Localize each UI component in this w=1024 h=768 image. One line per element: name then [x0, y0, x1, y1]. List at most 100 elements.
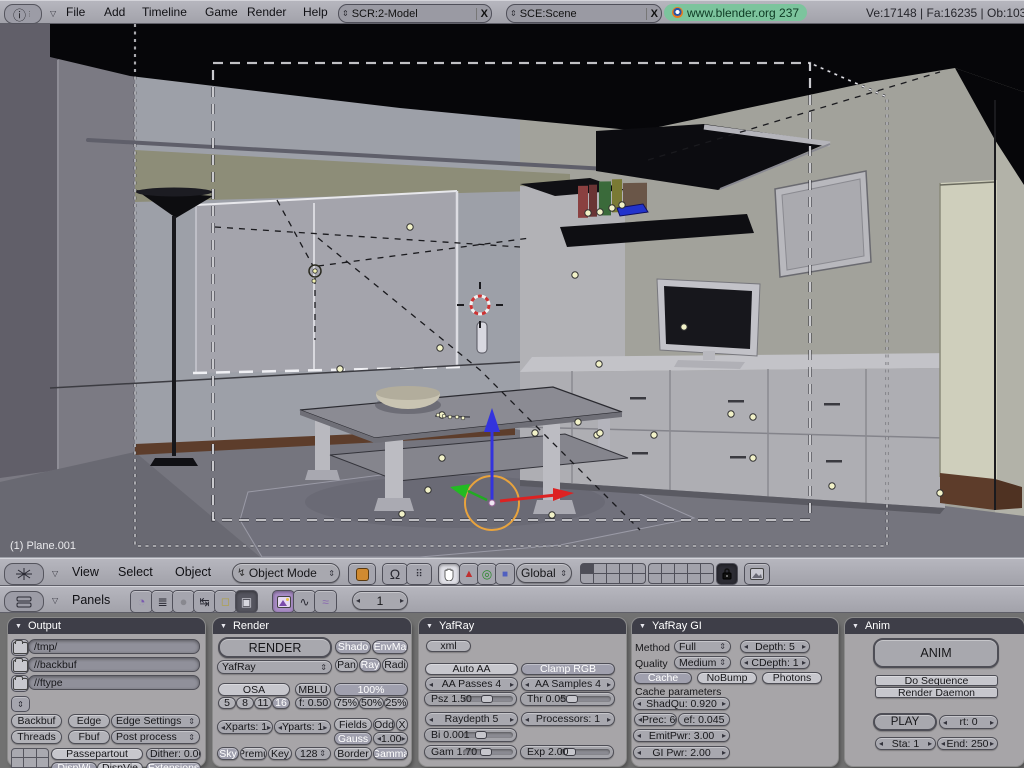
layer-toggle[interactable]	[701, 574, 713, 583]
sta-field[interactable]: ◂ Sta: 1 ▸	[875, 737, 936, 750]
gamma-toggle[interactable]: Gamma	[373, 747, 408, 760]
thr-slider[interactable]: Thr 0.05	[520, 692, 615, 706]
window[interactable]	[192, 190, 463, 375]
select-menu[interactable]: Select	[118, 559, 153, 585]
gipwr-field[interactable]: ◂ GI Pwr: 2.00 ▸	[633, 746, 730, 759]
pano-toggle[interactable]: Pan	[335, 658, 358, 672]
threads-toggle[interactable]: Threads	[11, 730, 62, 744]
snap-icon-button[interactable]: ⠿	[406, 563, 432, 585]
script-context-button[interactable]: ≣	[151, 590, 174, 613]
exposure-slider[interactable]: Exp 2.00	[520, 745, 614, 759]
post-process-menu[interactable]: Post process ⇕	[111, 730, 200, 744]
anim-button[interactable]: ANIM	[873, 638, 999, 668]
do-sequence-toggle[interactable]: Do Sequence	[875, 675, 998, 686]
window-handle[interactable]	[476, 321, 488, 354]
layer-toggle[interactable]	[607, 564, 619, 573]
layer-toggle[interactable]	[688, 574, 700, 583]
buttons-menu-collapse-icon[interactable]: ▽	[52, 596, 58, 605]
gi-cdepth-field[interactable]: ◂ CDepth: 1 ▸	[740, 656, 810, 669]
scene-context-button[interactable]: ▣	[235, 590, 258, 613]
octree-dropdown[interactable]: 128 ⇕	[295, 747, 331, 760]
layer-toggle[interactable]	[649, 564, 661, 573]
gauss-toggle[interactable]: Gauss	[334, 732, 372, 745]
menu-add[interactable]: Add	[104, 1, 125, 23]
layer-toggle[interactable]	[688, 564, 700, 573]
menu-file[interactable]: File	[66, 1, 85, 23]
odd-toggle[interactable]: Odd	[373, 718, 395, 731]
backbuf-folder-button[interactable]	[11, 657, 29, 674]
emitpwr-field[interactable]: ◂ EmitPwr: 3.00 ▸	[633, 729, 730, 742]
manipulator-translate-toggle[interactable]: ▲	[459, 563, 479, 585]
layer-toggle[interactable]	[633, 574, 645, 583]
viewport-3d[interactable]: (1) Plane.001	[0, 24, 1024, 558]
gi-quality-dropdown[interactable]: Medium ⇕	[674, 656, 731, 669]
layer-grid-1[interactable]	[580, 563, 646, 584]
xparts-field[interactable]: ◂ Xparts: 1 ▸	[217, 720, 273, 734]
layer-toggle[interactable]	[649, 574, 661, 583]
shadqu-field[interactable]: ◂ ShadQu: 0.920 ▸	[633, 697, 730, 710]
window-type-button[interactable]: ⓘ ⋮	[4, 4, 42, 24]
render-preview-button[interactable]	[744, 563, 770, 585]
output-path-field[interactable]: /tmp/	[28, 639, 200, 654]
end-field[interactable]: ◂ End: 250 ▸	[937, 737, 998, 750]
screen-delete-button[interactable]: X	[475, 7, 488, 20]
output-mini-menu-button[interactable]: ⇕	[11, 696, 30, 712]
backbuf-toggle[interactable]: Backbuf	[11, 714, 62, 728]
menu-timeline[interactable]: Timeline	[142, 1, 187, 23]
frame-number-field[interactable]: ◂ 1 ▸	[352, 591, 408, 610]
processors-field[interactable]: ◂ Processors: 1 ▸	[521, 712, 615, 726]
layer-toggle[interactable]	[675, 564, 687, 573]
editor-type-button[interactable]	[4, 563, 44, 585]
panel-collapse-icon[interactable]: ▼	[639, 623, 646, 630]
render-button[interactable]: RENDER	[218, 637, 332, 658]
radio-toggle[interactable]: Radi	[382, 658, 408, 672]
edge-toggle[interactable]: Edge	[68, 714, 110, 728]
clamp-rgb-toggle[interactable]: Clamp RGB	[521, 663, 615, 675]
sequencer-subcontext-button[interactable]: ∿	[293, 590, 316, 613]
layer-toggle[interactable]	[662, 564, 674, 573]
gauss-value-field[interactable]: ◂ 1.00 ▸	[373, 732, 408, 745]
size-75-button[interactable]: 75%	[334, 697, 359, 709]
auto-aa-toggle[interactable]: Auto AA	[425, 663, 518, 675]
ftype-folder-button[interactable]	[11, 675, 29, 692]
editing-context-button[interactable]: ◻	[214, 590, 237, 613]
edge-settings-menu[interactable]: Edge Settings ⇕	[111, 714, 200, 728]
sideboard[interactable]	[519, 353, 955, 514]
render-subcontext-button[interactable]	[272, 590, 295, 613]
render-window-position-grid[interactable]	[11, 748, 49, 768]
nobump-toggle[interactable]: NoBump	[697, 672, 757, 684]
sky-toggle[interactable]: Sky	[217, 747, 239, 760]
screen-name[interactable]: SCR:2-Model	[352, 8, 473, 20]
layer-toggle[interactable]	[594, 574, 606, 583]
tmp-folder-button[interactable]	[11, 639, 29, 656]
yafray-panel-header[interactable]: ▼ YafRay	[419, 618, 626, 634]
scene-browse-icon[interactable]: ⇕	[510, 9, 517, 18]
dither-field[interactable]: Dither: 0.000	[146, 748, 201, 760]
osa-16-button[interactable]: 16	[272, 697, 290, 709]
fields-x-toggle[interactable]: X	[396, 718, 408, 731]
layer-toggle[interactable]	[594, 564, 606, 573]
render-panel-header[interactable]: ▼ Render	[213, 618, 411, 634]
extensions-toggle[interactable]: Extensions	[146, 762, 201, 768]
layer-toggle[interactable]	[620, 574, 632, 583]
layer-toggle[interactable]	[620, 564, 632, 573]
envmap-toggle[interactable]: EnvMa	[372, 640, 408, 654]
rt-field[interactable]: ◂ rt: 0 ▸	[939, 715, 998, 729]
psz-slider[interactable]: Psz 1.50	[424, 692, 517, 706]
osa-5-button[interactable]: 5	[218, 697, 236, 709]
play-button[interactable]: PLAY	[873, 713, 937, 731]
object-menu[interactable]: Object	[175, 559, 211, 585]
screen-selector[interactable]: ⇕ SCR:2-Model X	[338, 4, 492, 23]
layer-toggle[interactable]	[701, 564, 713, 573]
osa-toggle[interactable]: OSA	[218, 683, 290, 696]
prec-field[interactable]: ◂Prec: 6▸	[634, 713, 677, 726]
gi-method-dropdown[interactable]: Full ⇕	[674, 640, 731, 653]
ftype-path-field[interactable]: //ftype	[28, 675, 200, 690]
passepartout-toggle[interactable]: Passepartout	[51, 748, 143, 760]
mblur-toggle[interactable]: MBLU	[295, 683, 331, 696]
shadow-toggle[interactable]: Shado	[335, 640, 371, 654]
key-toggle[interactable]: Key	[268, 747, 292, 760]
ray-toggle[interactable]: Ray	[359, 658, 381, 672]
screen-browse-icon[interactable]: ⇕	[342, 9, 349, 18]
photons-toggle[interactable]: Photons	[762, 672, 822, 684]
